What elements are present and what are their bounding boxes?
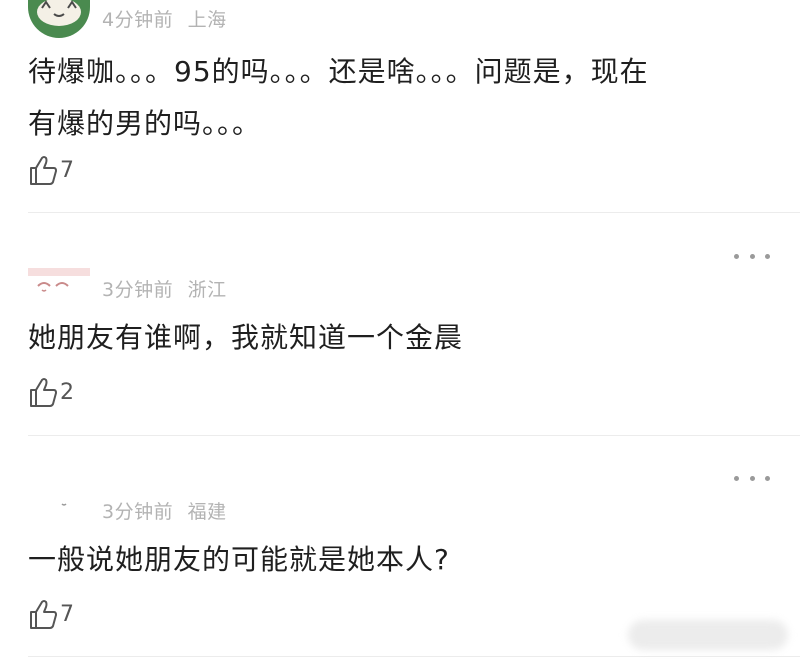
comment-text-line: 一般说她朋友的可能就是她本人? bbox=[28, 543, 450, 576]
comment-meta: 3分钟前 福建 bbox=[28, 490, 227, 530]
dot-icon bbox=[765, 475, 770, 481]
comment-text: 她朋友有谁啊，我就知道一个金晨 bbox=[28, 312, 778, 364]
comment-text-line: 待爆咖。。。95的吗。。。还是啥。。。问题是，现在 bbox=[28, 55, 649, 88]
comment-text: 待爆咖。。。95的吗。。。还是啥。。。问题是，现在 有爆的男的吗。。。 bbox=[28, 46, 778, 150]
comment-divider bbox=[28, 435, 800, 436]
dot-icon bbox=[765, 253, 770, 259]
like-button[interactable]: 7 bbox=[28, 152, 74, 188]
comment-meta: 4分钟前 上海 bbox=[28, 0, 227, 38]
comment-location: 浙江 bbox=[187, 278, 227, 301]
avatar-green-icon[interactable] bbox=[28, 0, 90, 38]
like-button[interactable]: 7 bbox=[28, 596, 74, 632]
like-button[interactable]: 2 bbox=[28, 374, 74, 410]
comment-location: 上海 bbox=[187, 8, 227, 31]
like-count: 7 bbox=[60, 601, 74, 627]
thumbs-up-icon bbox=[28, 376, 58, 408]
more-options-button[interactable] bbox=[734, 468, 770, 488]
avatar-pink-icon[interactable] bbox=[28, 268, 90, 308]
comment-feed: 4分钟前 上海 待爆咖。。。95的吗。。。还是啥。。。问题是，现在 有爆的男的吗… bbox=[0, 0, 800, 666]
comment-time: 4分钟前 bbox=[102, 8, 174, 31]
more-options-button[interactable] bbox=[734, 246, 770, 266]
avatar-white-icon[interactable] bbox=[28, 490, 90, 530]
dot-icon bbox=[734, 475, 739, 481]
comment-text-line: 她朋友有谁啊，我就知道一个金晨 bbox=[28, 321, 464, 354]
comment-time: 3分钟前 bbox=[102, 500, 174, 523]
like-count: 7 bbox=[60, 157, 74, 183]
comment-divider bbox=[28, 212, 800, 213]
thumbs-up-icon bbox=[28, 598, 58, 630]
comment-meta: 3分钟前 浙江 bbox=[28, 268, 227, 308]
like-count: 2 bbox=[60, 379, 74, 405]
blurred-watermark bbox=[628, 620, 788, 650]
thumbs-up-icon bbox=[28, 154, 58, 186]
dot-icon bbox=[749, 253, 755, 259]
comment-divider bbox=[28, 656, 800, 657]
comment-location: 福建 bbox=[187, 500, 227, 523]
comment-time: 3分钟前 bbox=[102, 278, 174, 301]
comment-text-line: 有爆的男的吗。。。 bbox=[28, 107, 262, 140]
comment-text: 一般说她朋友的可能就是她本人? bbox=[28, 534, 778, 586]
dot-icon bbox=[749, 475, 755, 481]
dot-icon bbox=[734, 253, 739, 259]
